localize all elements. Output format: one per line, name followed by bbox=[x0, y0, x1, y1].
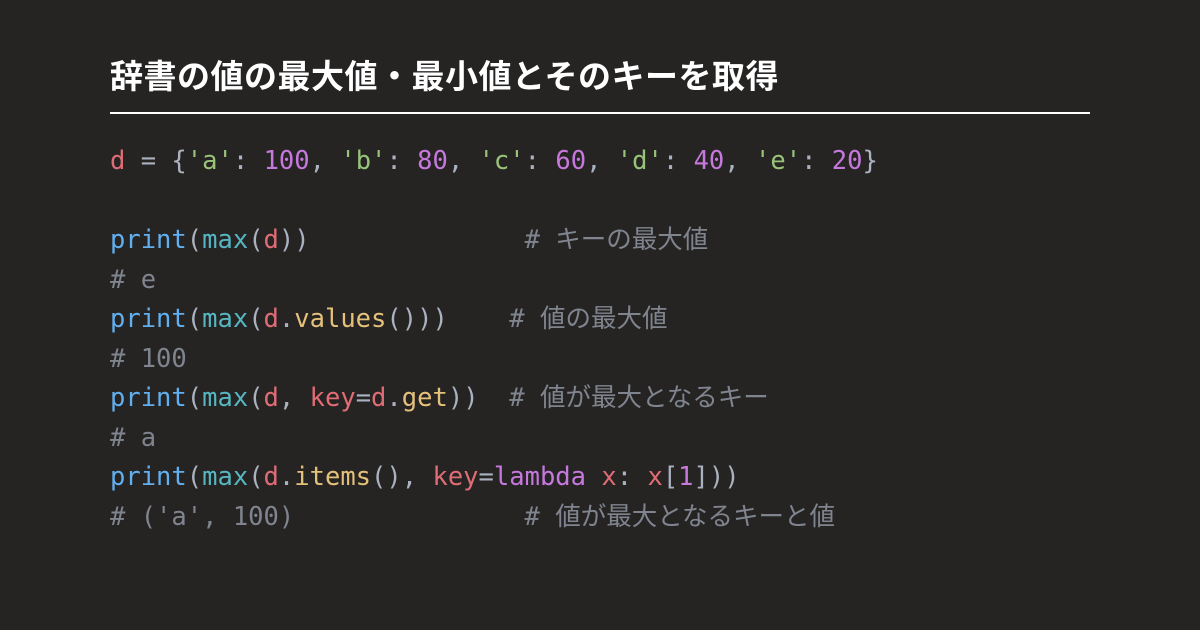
lparen: ( bbox=[187, 383, 202, 413]
comma: , bbox=[724, 146, 755, 176]
dict-val-60: 60 bbox=[555, 146, 586, 176]
rparen: ) bbox=[724, 462, 739, 492]
pad bbox=[310, 225, 525, 255]
code-line-3: print(max(d)) # キーの最大値 bbox=[110, 225, 708, 255]
comma: , bbox=[279, 383, 310, 413]
code-line-6: # 100 bbox=[110, 344, 187, 374]
lparen: ( bbox=[248, 225, 263, 255]
colon: : bbox=[386, 146, 417, 176]
comment-val-max: # 値の最大値 bbox=[509, 304, 667, 334]
lparen: ( bbox=[371, 462, 386, 492]
lparen: ( bbox=[187, 225, 202, 255]
lambda-arg-x: x bbox=[601, 462, 616, 492]
arg-d: d bbox=[264, 383, 279, 413]
print-call: print bbox=[110, 462, 187, 492]
code-line-9: print(max(d.items(), key=lambda x: x[1])… bbox=[110, 462, 740, 492]
key-param: key bbox=[310, 383, 356, 413]
dict-val-100: 100 bbox=[264, 146, 310, 176]
eq-op: = bbox=[356, 383, 371, 413]
comma: , bbox=[448, 146, 479, 176]
rbrace: } bbox=[863, 146, 878, 176]
max-call: max bbox=[202, 462, 248, 492]
lbracket: [ bbox=[663, 462, 678, 492]
lparen: ( bbox=[187, 304, 202, 334]
code-line-4: # e bbox=[110, 265, 156, 295]
rparen: ) bbox=[402, 304, 417, 334]
arg-d: d bbox=[371, 383, 386, 413]
pad bbox=[479, 383, 510, 413]
x-ref: x bbox=[647, 462, 662, 492]
arg-d: d bbox=[264, 304, 279, 334]
colon: : bbox=[801, 146, 832, 176]
key-param: key bbox=[432, 462, 478, 492]
code-line-8: # a bbox=[110, 423, 156, 453]
get-method: get bbox=[402, 383, 448, 413]
code-line-1: d = {'a': 100, 'b': 80, 'c': 60, 'd': 40… bbox=[110, 146, 878, 176]
items-method: items bbox=[294, 462, 371, 492]
lambda-keyword: lambda bbox=[494, 462, 586, 492]
arg-d: d bbox=[264, 462, 279, 492]
lparen: ( bbox=[386, 304, 401, 334]
variable-d: d bbox=[110, 146, 125, 176]
rparen: ) bbox=[448, 383, 463, 413]
print-call: print bbox=[110, 304, 187, 334]
rparen: ) bbox=[279, 225, 294, 255]
max-call: max bbox=[202, 225, 248, 255]
dict-val-80: 80 bbox=[417, 146, 448, 176]
lparen: ( bbox=[187, 462, 202, 492]
dot: . bbox=[279, 462, 294, 492]
rparen: ) bbox=[386, 462, 401, 492]
pad bbox=[448, 304, 509, 334]
max-call: max bbox=[202, 304, 248, 334]
dot: . bbox=[386, 383, 401, 413]
colon: : bbox=[233, 146, 264, 176]
print-call: print bbox=[110, 383, 187, 413]
code-line-10: # ('a', 100) # 値が最大となるキーと値 bbox=[110, 502, 835, 532]
code-block: d = {'a': 100, 'b': 80, 'c': 60, 'd': 40… bbox=[110, 142, 1090, 537]
eq-op: = bbox=[479, 462, 494, 492]
dict-key-c: 'c' bbox=[479, 146, 525, 176]
rparen: ) bbox=[709, 462, 724, 492]
dict-key-b: 'b' bbox=[340, 146, 386, 176]
comment-key-max: # キーの最大値 bbox=[525, 225, 709, 255]
comma: , bbox=[310, 146, 341, 176]
code-line-5: print(max(d.values())) # 値の最大値 bbox=[110, 304, 667, 334]
comma: , bbox=[402, 462, 433, 492]
dict-val-20: 20 bbox=[832, 146, 863, 176]
comment-keyval-max: # 値が最大となるキーと値 bbox=[525, 502, 835, 532]
output-tuple: # ('a', 100) bbox=[110, 502, 294, 532]
dot: . bbox=[279, 304, 294, 334]
code-line-7: print(max(d, key=d.get)) # 値が最大となるキー bbox=[110, 383, 769, 413]
dict-key-a: 'a' bbox=[187, 146, 233, 176]
dict-key-d: 'd' bbox=[617, 146, 663, 176]
lparen: ( bbox=[248, 304, 263, 334]
assign-op: = bbox=[125, 146, 171, 176]
index-1: 1 bbox=[678, 462, 693, 492]
comma: , bbox=[586, 146, 617, 176]
rparen: ) bbox=[294, 225, 309, 255]
page-title: 辞書の値の最大値・最小値とそのキーを取得 bbox=[110, 50, 1090, 114]
lbrace: { bbox=[171, 146, 186, 176]
arg-d: d bbox=[264, 225, 279, 255]
values-method: values bbox=[294, 304, 386, 334]
rparen: ) bbox=[463, 383, 478, 413]
colon: : bbox=[663, 146, 694, 176]
lparen: ( bbox=[248, 462, 263, 492]
rparen: ) bbox=[417, 304, 432, 334]
output-e: # e bbox=[110, 265, 156, 295]
output-100: # 100 bbox=[110, 344, 187, 374]
colon: : bbox=[525, 146, 556, 176]
dict-val-40: 40 bbox=[694, 146, 725, 176]
print-call: print bbox=[110, 225, 187, 255]
pad bbox=[294, 502, 524, 532]
lparen: ( bbox=[248, 383, 263, 413]
output-a: # a bbox=[110, 423, 156, 453]
dict-key-e: 'e' bbox=[755, 146, 801, 176]
rparen: ) bbox=[432, 304, 447, 334]
colon: : bbox=[617, 462, 648, 492]
comment-key-of-maxval: # 値が最大となるキー bbox=[509, 383, 768, 413]
rbracket: ] bbox=[694, 462, 709, 492]
max-call: max bbox=[202, 383, 248, 413]
